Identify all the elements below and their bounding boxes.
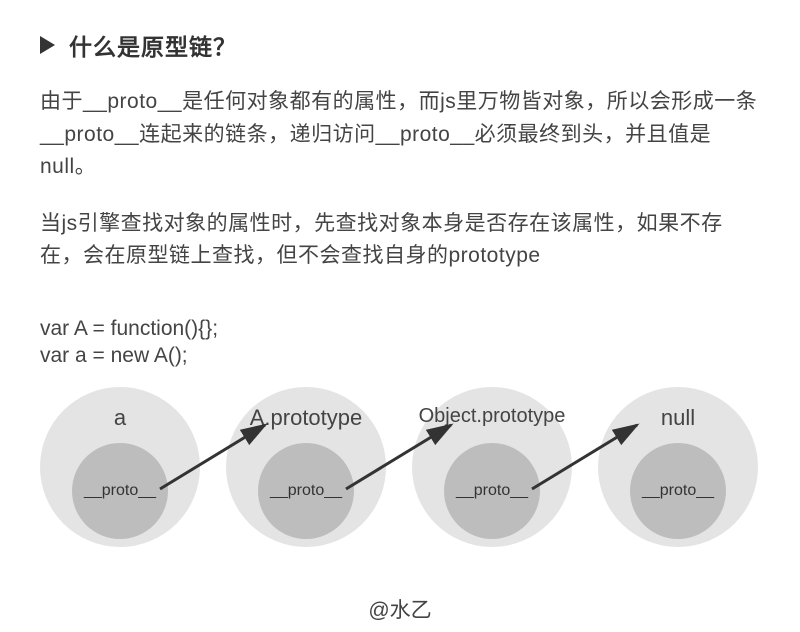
code-block: var A = function(){}; var a = new A(); (40, 315, 760, 370)
node-a-proto: __proto__ (72, 443, 168, 539)
node-a-label: a (40, 405, 200, 431)
code-line-1: var A = function(){}; (40, 315, 760, 342)
heading-text: 什么是原型链？ (69, 28, 237, 62)
node-a-prototype: A.prototype __proto__ (226, 387, 386, 547)
node-a-prototype-proto: __proto__ (258, 443, 354, 539)
triangle-icon (40, 36, 55, 54)
node-object-prototype: Object.prototype __proto__ (412, 387, 572, 547)
node-object-prototype-proto: __proto__ (444, 443, 540, 539)
author-credit: @水乙 (0, 594, 800, 624)
node-null: null __proto__ (598, 387, 758, 547)
section-heading: 什么是原型链？ (40, 28, 760, 62)
node-null-label: null (598, 405, 758, 431)
prototype-chain-diagram: a __proto__ A.prototype __proto__ Object… (40, 387, 760, 557)
node-null-proto: __proto__ (630, 443, 726, 539)
paragraph-1: 由于__proto__是任何对象都有的属性，而js里万物皆对象，所以会形成一条_… (40, 86, 760, 184)
node-a: a __proto__ (40, 387, 200, 547)
code-line-2: var a = new A(); (40, 342, 760, 369)
paragraph-2: 当js引擎查找对象的属性时，先查找对象本身是否存在该属性，如果不存在，会在原型链… (40, 208, 760, 273)
node-object-prototype-label: Object.prototype (412, 405, 572, 428)
node-a-prototype-label: A.prototype (226, 405, 386, 431)
